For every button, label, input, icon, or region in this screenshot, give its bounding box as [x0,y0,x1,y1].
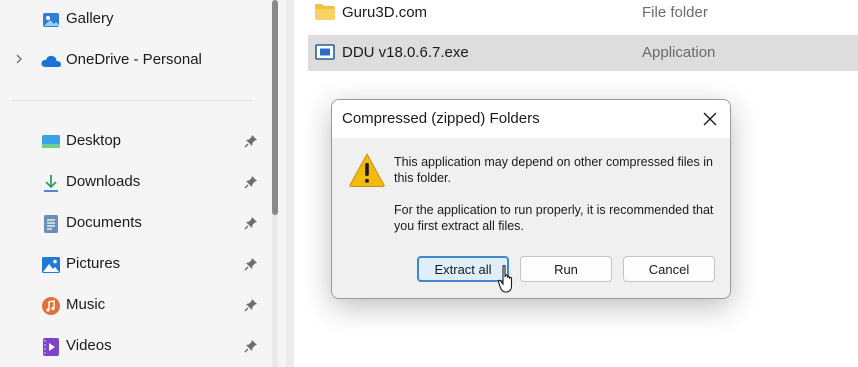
scrollbar-thumb[interactable] [272,0,278,215]
file-type: Application [642,44,716,61]
pin-icon[interactable] [244,216,260,232]
close-icon[interactable] [700,109,720,129]
cancel-button[interactable]: Cancel [623,256,715,282]
videos-icon [40,336,62,358]
pictures-icon [40,254,62,276]
chevron-right-icon[interactable] [14,52,28,70]
sidebar-item-music[interactable]: Music [0,288,262,324]
sidebar-item-videos[interactable]: Videos [0,329,262,365]
sidebar-item-label: Videos [66,337,112,354]
onedrive-icon [40,50,62,72]
file-row-guru3d[interactable]: Guru3D.com File folder [308,0,858,31]
dialog-message-secondary: For the application to run properly, it … [394,203,714,233]
sidebar-item-label: Music [66,296,106,313]
file-name: DDU v18.0.6.7.exe [342,44,469,61]
file-type: File folder [642,4,708,21]
pin-icon[interactable] [244,257,260,273]
sidebar-item-label: Gallery [66,10,114,27]
compressed-folders-dialog: Compressed (zipped) Folders This applica… [331,99,731,299]
sidebar-item-label: Desktop [66,132,122,149]
sidebar-item-label: Pictures [66,255,121,272]
pane-divider[interactable] [286,0,294,367]
sidebar-divider [12,100,252,101]
warning-icon [348,152,386,188]
dialog-body: This application may depend on other com… [332,138,730,298]
sidebar-item-gallery[interactable]: Gallery [0,2,262,38]
dialog-title: Compressed (zipped) Folders [342,110,540,127]
pin-icon[interactable] [244,175,260,191]
navigation-pane: Gallery OneDrive - Personal Desktop Down… [0,0,286,367]
sidebar-item-label: OneDrive - Personal [66,51,202,68]
pin-icon[interactable] [244,134,260,150]
application-icon [314,42,336,64]
sidebar-item-label: Downloads [66,173,141,190]
dialog-message-primary: This application may depend on other com… [394,155,713,185]
run-button[interactable]: Run [520,256,612,282]
sidebar-item-documents[interactable]: Documents [0,206,262,242]
pin-icon[interactable] [244,339,260,355]
folder-icon [314,2,336,24]
gallery-icon [40,9,62,31]
hand-cursor-icon [497,264,517,295]
dialog-titlebar[interactable]: Compressed (zipped) Folders [332,100,730,138]
documents-icon [40,213,62,235]
file-name: Guru3D.com [342,4,428,21]
extract-all-button[interactable]: Extract all [417,256,509,282]
sidebar-item-pictures[interactable]: Pictures [0,247,262,283]
sidebar-item-label: Documents [66,214,142,231]
download-icon [40,172,62,194]
sidebar-scrollbar[interactable] [272,0,278,367]
file-row-ddu[interactable]: DDU v18.0.6.7.exe Application [308,35,858,71]
sidebar-item-onedrive[interactable]: OneDrive - Personal [0,43,262,79]
desktop-icon [40,131,62,153]
music-icon [40,295,62,317]
sidebar-item-desktop[interactable]: Desktop [0,124,262,160]
pin-icon[interactable] [244,298,260,314]
sidebar-item-downloads[interactable]: Downloads [0,165,262,201]
